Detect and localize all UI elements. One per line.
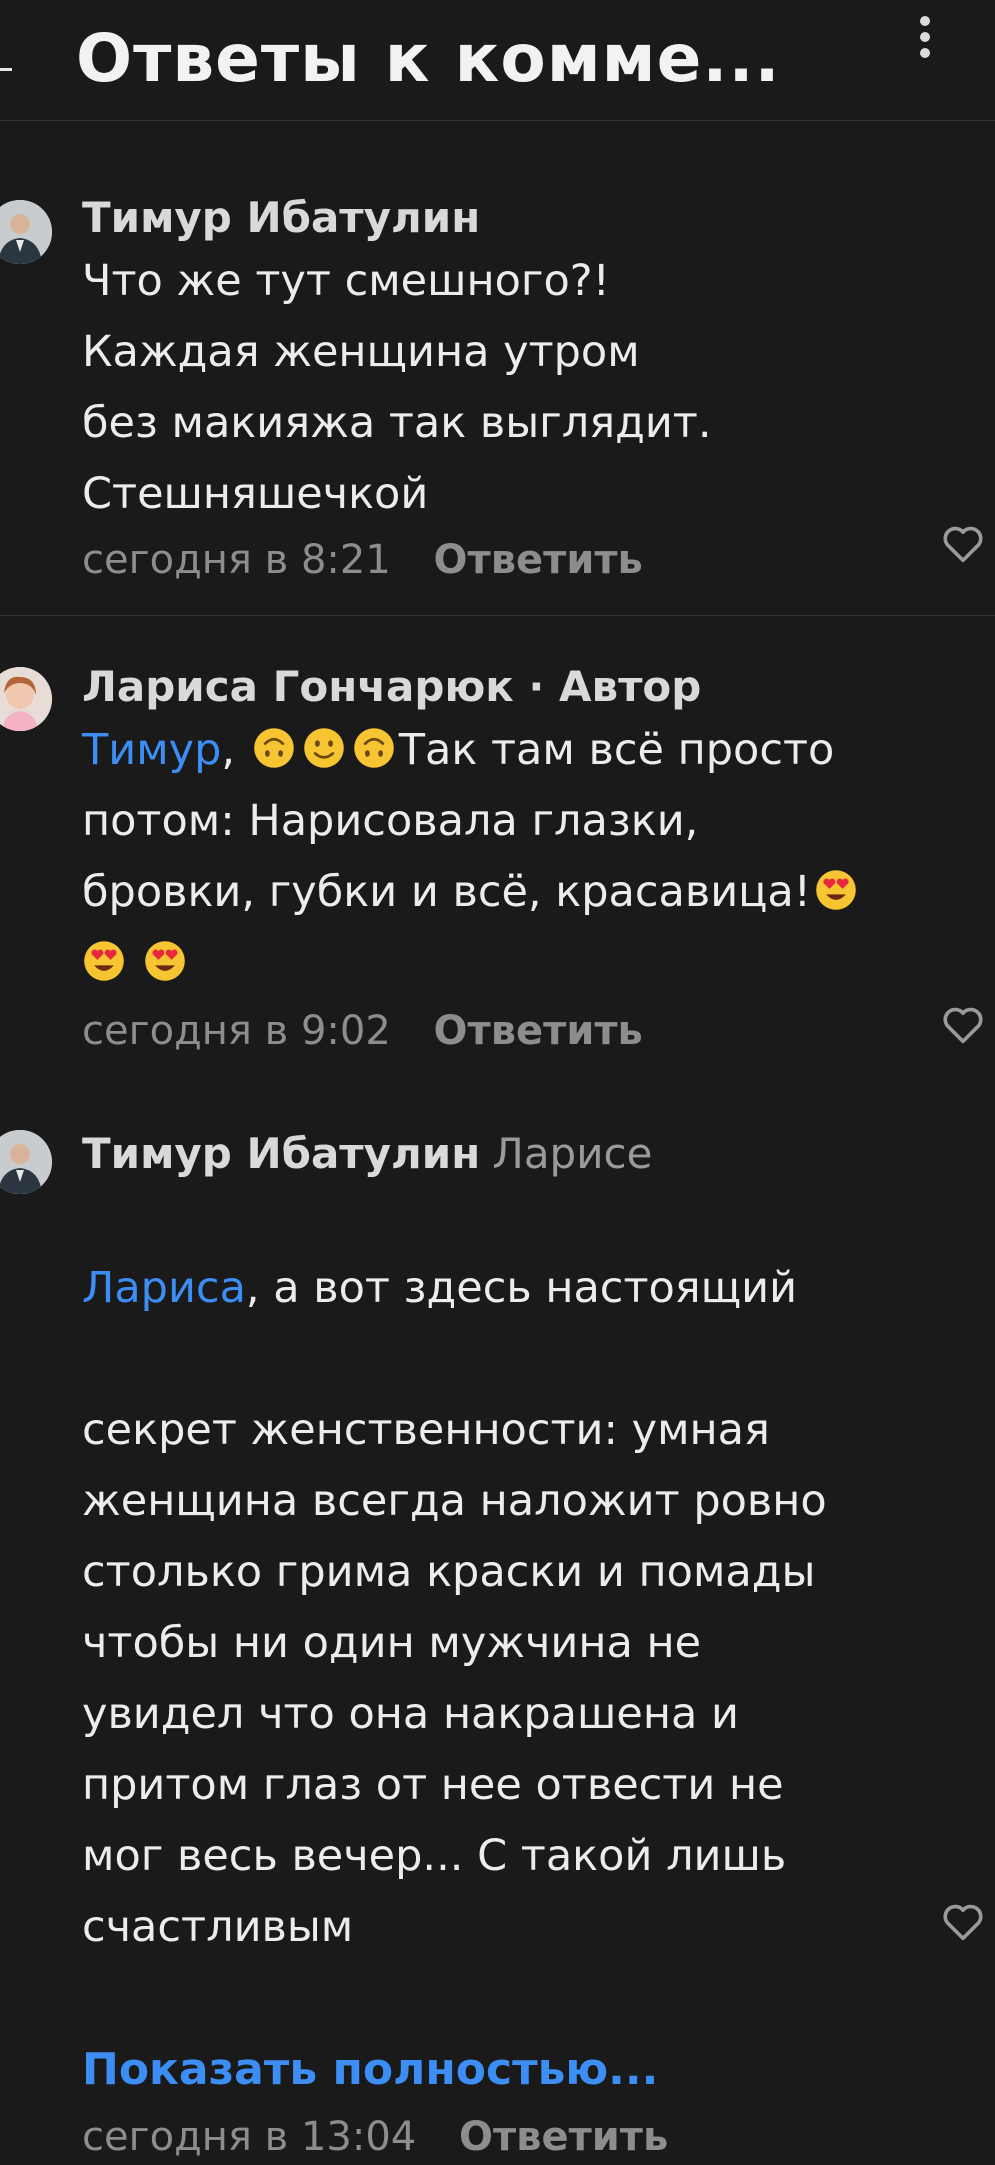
heart-eyes-face-icon <box>145 941 185 981</box>
comment-author[interactable]: Тимур Ибатулин Ларисе <box>82 1126 955 1182</box>
reply-button[interactable]: Ответить <box>434 1008 643 1054</box>
comment-author[interactable]: Лариса Гончарюк · Автор <box>82 659 955 715</box>
comment-text: Что же тут смешного?! Каждая женщина утр… <box>82 256 712 519</box>
comment-footer: сегодня в 13:04 Ответить <box>82 2109 955 2165</box>
avatar[interactable] <box>0 200 52 264</box>
heart-eyes-face-icon <box>816 870 856 910</box>
page-title: Ответы к комме... <box>76 20 781 97</box>
reply-button[interactable]: Ответить <box>434 537 643 583</box>
comment-text: Тимур, Так там всё просто потом: Нарисов… <box>82 715 955 999</box>
comment-author[interactable]: Тимур Ибатулин <box>82 190 955 246</box>
reply-button[interactable]: Ответить <box>459 2114 668 2160</box>
upside-down-face-icon <box>353 728 394 768</box>
avatar[interactable] <box>0 1130 52 1194</box>
comment-item: Тимур Ибатулин Ларисе Лариса, а вот здесь… <box>0 1090 995 2160</box>
avatar[interactable] <box>0 667 52 731</box>
back-arrow-icon[interactable] <box>0 68 12 71</box>
comment-item: Тимур Ибатулин Что же тут смешного?! Каж… <box>0 120 995 616</box>
author-badge: Автор <box>559 662 702 711</box>
comment-footer: сегодня в 8:21 Ответить <box>82 532 955 588</box>
more-menu-icon[interactable] <box>915 16 935 66</box>
heart-eyes-face-icon <box>84 941 124 981</box>
heart-icon[interactable] <box>941 1902 985 1942</box>
reply-to-label: Ларисе <box>492 1129 653 1178</box>
show-more-link[interactable]: Показать полностью... <box>82 2034 955 2105</box>
comment-timestamp: сегодня в 8:21 <box>82 537 391 583</box>
comment-timestamp: сегодня в 9:02 <box>82 1008 391 1054</box>
comment-text: Лариса, а вот здесь настоящий секрет жен… <box>82 1263 827 1952</box>
heart-icon[interactable] <box>941 1005 985 1045</box>
mention-link[interactable]: Лариса <box>82 1263 246 1313</box>
comment-item: Лариса Гончарюк · Автор Тимур, Так там в… <box>0 615 995 1090</box>
mention-link[interactable]: Тимур <box>82 725 221 775</box>
comment-footer: сегодня в 9:02 Ответить <box>82 1003 955 1059</box>
top-bar: Ответы к комме... <box>0 0 995 121</box>
heart-icon[interactable] <box>941 524 985 564</box>
upside-down-face-icon <box>253 728 294 768</box>
comment-timestamp: сегодня в 13:04 <box>82 2114 417 2160</box>
slightly-smiling-face-icon <box>303 728 344 768</box>
